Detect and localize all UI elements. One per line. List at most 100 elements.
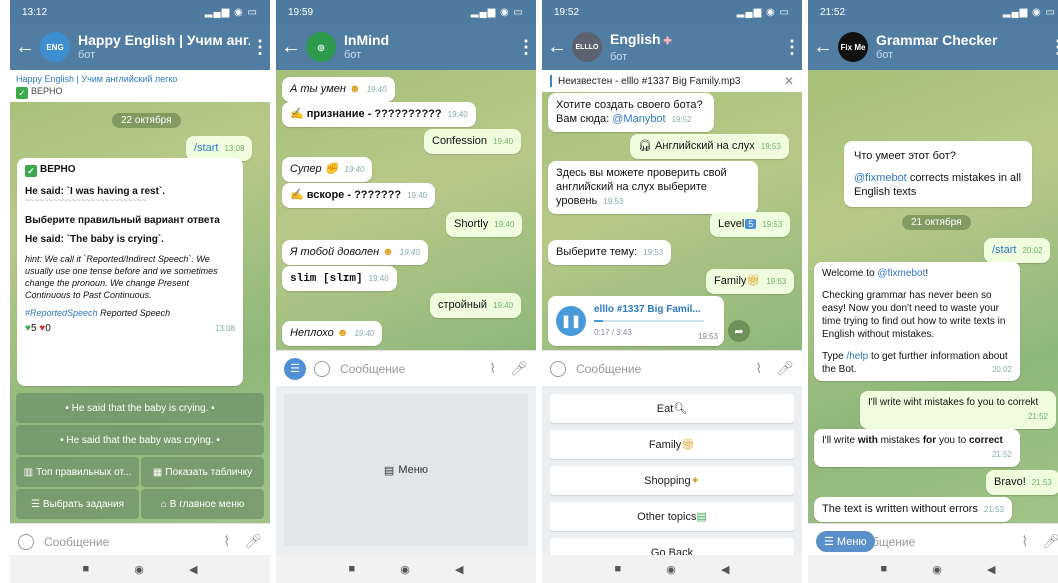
message-input-bar[interactable]: Сообщение ⌇ 🎤︎ — [10, 523, 270, 559]
back-arrow-icon[interactable]: ← — [10, 24, 40, 70]
chat-subtitle: бот — [78, 49, 96, 61]
back-arrow-icon[interactable]: ← — [542, 24, 572, 70]
bot-keyboard: Eat 🔍︎ Family 🎁︎ Shopping ✦ Other topics ▤ G… — [542, 386, 802, 567]
recents-icon[interactable]: ■ — [349, 563, 356, 575]
fixmebot-link[interactable]: @fixmebot — [877, 268, 925, 279]
attach-icon[interactable]: ⌇ — [755, 360, 762, 377]
back-nav-icon[interactable]: ◀ — [455, 563, 463, 576]
share-icon[interactable]: ➦ — [728, 320, 750, 342]
avatar[interactable]: ◎ — [306, 32, 336, 62]
fixmebot-link[interactable]: @fixmebot — [854, 172, 907, 184]
pause-icon[interactable]: ❚❚ — [556, 306, 586, 336]
kb-eat-button[interactable]: Eat 🔍︎ — [550, 394, 794, 423]
message-input[interactable]: Сообщение — [44, 535, 209, 549]
attach-icon[interactable]: ⌇ — [1021, 533, 1028, 550]
main-menu-button[interactable]: ⌂ В главное меню — [141, 489, 264, 519]
bot-menu-button[interactable]: ☰ Меню — [816, 531, 875, 552]
attach-icon[interactable]: ⌇ — [489, 360, 496, 377]
home-nav-icon[interactable]: ◉ — [666, 563, 676, 576]
message-out: Level 5 19:53 — [710, 212, 791, 237]
message-input-bar[interactable]: ☰ Меню Сообщение ⌇ 🎤︎ — [808, 523, 1058, 559]
chat-title-block[interactable]: Happy English | Учим англ бот — [78, 32, 250, 62]
avatar[interactable]: Fix Me — [838, 32, 868, 62]
audio-message[interactable]: ❚❚ elllo #1337 Big Famil... 0:17 / 3:43 … — [548, 296, 724, 346]
choose-tasks-button[interactable]: ☰ Выбрать задания — [16, 489, 139, 519]
message-out: Bravo! 21:53 — [986, 470, 1058, 495]
recents-icon[interactable]: ■ — [83, 563, 90, 575]
message-input[interactable]: Сообщение — [340, 362, 475, 376]
avatar[interactable]: ELLLO — [572, 32, 602, 62]
attach-icon[interactable]: ⌇ — [223, 533, 230, 550]
chat-subtitle: бот — [344, 49, 362, 61]
kb-family-button[interactable]: Family 🎁︎ — [550, 430, 794, 459]
pinned-message[interactable]: Happy English | Учим английский легко ✓ В… — [10, 70, 270, 102]
chat-title-block[interactable]: Grammar Checker бот — [876, 32, 1048, 62]
more-options-icon[interactable]: ⋮ — [516, 37, 536, 58]
start-command[interactable]: /start 20:02 — [984, 238, 1051, 263]
chat-title-block[interactable]: English ✚ бот — [610, 31, 782, 64]
microphone-icon[interactable]: 🎤︎ — [510, 360, 528, 377]
gift-icon: 🎁︎ — [746, 275, 761, 287]
audio-progress-track[interactable] — [594, 320, 704, 322]
recents-icon[interactable]: ■ — [881, 563, 888, 575]
message-time: 19:40 — [493, 301, 514, 310]
message-out: стройный 19:40 — [430, 293, 522, 318]
hashtag-label: Reported Speech — [100, 308, 171, 318]
check-icon: ✓ — [16, 87, 28, 99]
pinned-title: Happy English | Учим английский легко — [16, 74, 178, 84]
top-answers-button[interactable]: ▥ Топ правильных от... — [16, 457, 139, 487]
message-time: 19:40 — [344, 165, 365, 174]
kb-other-topics-button[interactable]: Other topics ▤ — [550, 502, 794, 531]
more-options-icon[interactable]: ⋮ — [250, 37, 270, 58]
message-in: Супер ✊ 19:40 — [282, 157, 373, 182]
hashtag-link[interactable]: #ReportedSpeech — [25, 308, 98, 318]
emoji-icon[interactable] — [314, 360, 330, 377]
microphone-icon[interactable]: 🎤︎ — [776, 360, 794, 377]
microphone-icon[interactable]: 🎤︎ — [244, 533, 262, 550]
smile-icon: ☻ — [336, 327, 349, 339]
close-icon[interactable]: ✕ — [784, 74, 794, 88]
audio-player-bar[interactable]: Неизвестен - elllo #1337 Big Family.mp3 … — [542, 70, 802, 92]
shopping-icon: ✦ — [690, 475, 700, 487]
answer-option-2[interactable]: • He said that the baby was crying. • — [16, 425, 264, 455]
bot-menu-icon[interactable]: ☰ — [284, 357, 306, 380]
message-time: 19:40 — [407, 191, 428, 200]
menu-keyboard-button[interactable]: ▤ Меню — [284, 394, 528, 546]
message-time: 19:40 — [494, 220, 515, 229]
message-text: Family — [714, 275, 747, 287]
message-text: Я тобой доволен — [290, 246, 380, 258]
message-time: 19:40 — [368, 274, 389, 283]
show-table-button[interactable]: ▦ Показать табличку — [141, 457, 264, 487]
home-nav-icon[interactable]: ◉ — [134, 563, 144, 576]
help-command-link[interactable]: /help — [846, 351, 868, 362]
quiz-message: ✓ ВЕРНО He said: `I was having a rest`. ~… — [17, 158, 243, 386]
home-nav-icon[interactable]: ◉ — [932, 563, 942, 576]
back-nav-icon[interactable]: ◀ — [189, 563, 197, 576]
message-text: Здесь вы можете проверить свой английски… — [556, 167, 727, 207]
more-options-icon[interactable]: ⋮ — [1048, 37, 1058, 58]
chat-title-block[interactable]: InMind бот — [344, 32, 516, 62]
message-in: А ты умен ☻ 19:40 — [282, 77, 395, 102]
message-input-bar[interactable]: ☰ Сообщение ⌇ 🎤︎ — [276, 350, 536, 386]
message-in: Неплохо ☻ 19:40 — [282, 321, 383, 346]
pause-indicator-icon[interactable] — [550, 75, 552, 87]
status-icons: ▂▄▆ ◉ ▭ — [736, 6, 790, 18]
home-icon: ⌂ — [160, 498, 167, 510]
recents-icon[interactable]: ■ — [615, 563, 622, 575]
avatar[interactable]: ENG — [40, 32, 70, 62]
back-nav-icon[interactable]: ◀ — [721, 563, 729, 576]
emoji-icon[interactable] — [18, 533, 34, 550]
message-input-bar[interactable]: Сообщение ⌇ 🎤︎ — [542, 350, 802, 386]
more-options-icon[interactable]: ⋮ — [782, 37, 802, 58]
home-nav-icon[interactable]: ◉ — [400, 563, 410, 576]
emoji-icon[interactable] — [550, 360, 566, 377]
message-input[interactable]: Сообщение — [576, 362, 741, 376]
kb-shopping-button[interactable]: Shopping ✦ — [550, 466, 794, 495]
answer-option-1[interactable]: • He said that the baby is crying. • — [16, 393, 264, 423]
message-text: А ты умен — [290, 83, 346, 95]
back-nav-icon[interactable]: ◀ — [987, 563, 995, 576]
back-arrow-icon[interactable]: ← — [808, 24, 838, 70]
back-arrow-icon[interactable]: ← — [276, 24, 306, 70]
manybot-link[interactable]: @Manybot — [612, 113, 665, 125]
microphone-icon[interactable]: 🎤︎ — [1042, 533, 1058, 550]
